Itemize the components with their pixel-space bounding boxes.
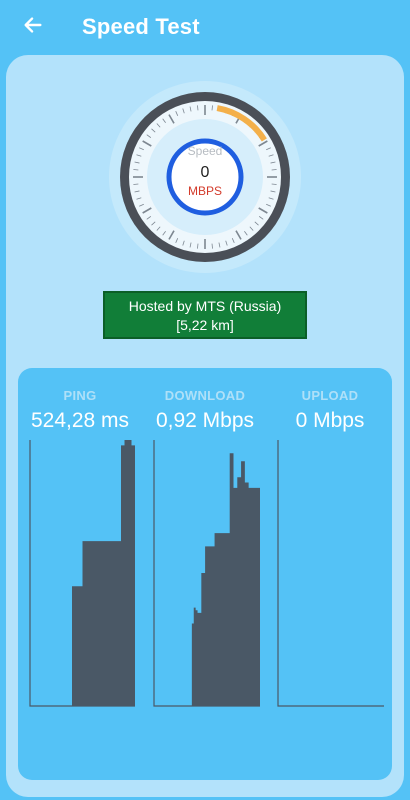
server-distance: [5,22 km] <box>176 317 234 333</box>
gauge-label: Speed <box>188 144 223 158</box>
gauge-tick <box>197 105 199 111</box>
gauge-unit: MBPS <box>188 184 222 198</box>
gauge-tick <box>211 243 213 249</box>
gauge-tick <box>133 169 139 171</box>
download-graph-area <box>154 453 260 706</box>
server-host: Hosted by MTS (Russia) <box>128 298 282 314</box>
download-graph <box>153 440 260 707</box>
results-graphs <box>29 440 384 707</box>
back-button[interactable] <box>20 12 46 38</box>
speed-gauge: Speed 0 MBPS <box>109 81 301 273</box>
gauge-tick <box>133 183 139 185</box>
app-bar: Speed Test <box>0 0 410 54</box>
gauge-value: 0 <box>201 164 210 181</box>
ping-graph-area <box>30 440 135 706</box>
server-info-box[interactable]: Hosted by MTS (Russia) [5,22 km] <box>103 291 307 339</box>
ping-graph <box>29 440 135 707</box>
gauge-tick <box>211 105 213 111</box>
upload-graph <box>277 440 384 707</box>
gauge-tick <box>197 243 199 249</box>
gauge-tick <box>271 183 277 185</box>
results-panel: PING 524,28 ms DOWNLOAD 0,92 Mbps UPLOAD… <box>18 368 392 780</box>
arrow-left-icon <box>24 17 42 33</box>
upload-graph-axis <box>277 440 384 707</box>
page-title: Speed Test <box>82 14 200 39</box>
gauge-tick <box>271 169 277 171</box>
